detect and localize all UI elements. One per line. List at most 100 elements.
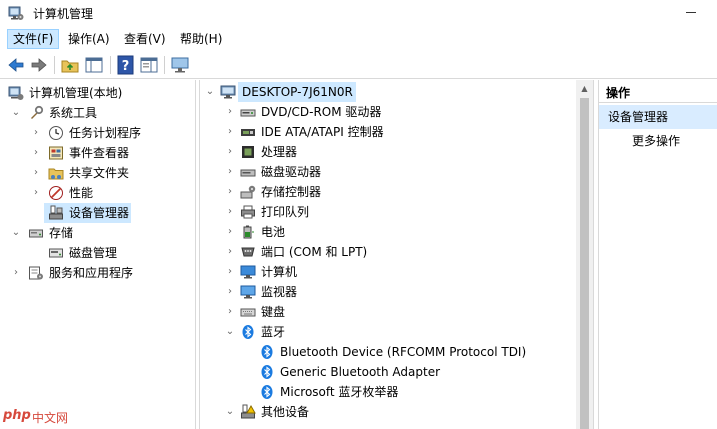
device-category-ports[interactable]: › 端口 (COM 和 LPT) — [200, 242, 578, 262]
title-bar: 计算机管理 — [0, 0, 717, 27]
vertical-scrollbar[interactable]: ▲ — [576, 80, 593, 429]
chevron-down-icon[interactable]: ⌄ — [204, 86, 216, 98]
chevron-down-icon[interactable]: ⌄ — [10, 107, 22, 119]
chevron-right-icon[interactable]: › — [224, 266, 236, 278]
device-category-other[interactable]: ⌄ 其他设备 — [200, 402, 578, 422]
svg-text:?: ? — [122, 59, 130, 74]
chevron-right-icon[interactable]: › — [224, 186, 236, 198]
chevron-down-icon[interactable]: ⌄ — [224, 326, 236, 338]
chevron-down-icon[interactable]: ⌄ — [10, 227, 22, 239]
bluetooth-device-generic-adapter[interactable]: Generic Bluetooth Adapter — [200, 362, 578, 382]
computer-management-icon — [8, 86, 24, 100]
menu-action[interactable]: 操作(A) — [62, 29, 116, 49]
toolbar-separator — [110, 56, 111, 74]
tree-disk-management[interactable]: 磁盘管理 — [0, 243, 195, 263]
chevron-right-icon[interactable]: › — [224, 306, 236, 318]
printer-icon — [241, 205, 255, 219]
disk-management-icon — [49, 248, 63, 258]
properties-icon[interactable] — [139, 55, 159, 75]
bluetooth-icon — [242, 325, 254, 339]
monitor-icon — [240, 285, 256, 299]
chevron-right-icon[interactable]: › — [30, 167, 42, 179]
chevron-right-icon[interactable]: › — [224, 126, 236, 138]
services-icon — [29, 266, 43, 280]
disk-drive-icon — [240, 169, 256, 177]
up-folder-icon[interactable] — [60, 55, 80, 75]
chevron-right-icon[interactable]: › — [224, 246, 236, 258]
help-icon[interactable]: ? — [116, 55, 136, 75]
device-category-battery[interactable]: › 电池 — [200, 222, 578, 242]
chevron-right-icon[interactable]: › — [224, 146, 236, 158]
device-category-disk[interactable]: › 磁盘驱动器 — [200, 162, 578, 182]
port-icon — [241, 247, 255, 257]
storage-icon — [29, 229, 43, 238]
more-actions-link[interactable]: 更多操作 — [632, 131, 680, 151]
computer-icon — [240, 265, 256, 279]
chevron-right-icon[interactable]: › — [224, 226, 236, 238]
back-arrow-icon[interactable] — [6, 55, 26, 75]
storage-controller-icon — [240, 185, 256, 199]
device-category-keyboard[interactable]: › 键盘 — [200, 302, 578, 322]
watermark-brand: php — [3, 408, 31, 423]
tree-device-manager[interactable]: 设备管理器 — [0, 203, 195, 223]
computer-management-icon — [8, 6, 24, 20]
chevron-down-icon[interactable]: ⌄ — [224, 406, 236, 418]
tree-task-scheduler[interactable]: › 任务计划程序 — [0, 123, 195, 143]
menu-view[interactable]: 查看(V) — [118, 29, 172, 49]
performance-icon — [49, 186, 63, 200]
forward-arrow-icon[interactable] — [29, 55, 49, 75]
window-title: 计算机管理 — [33, 7, 94, 21]
device-category-bluetooth[interactable]: ⌄ 蓝牙 — [200, 322, 578, 342]
device-root-label: DESKTOP-7J61N0R — [242, 85, 353, 99]
battery-icon — [243, 225, 254, 239]
watermark-text: 中文网 — [32, 411, 69, 425]
minimize-button[interactable] — [683, 3, 699, 19]
clock-icon — [49, 126, 63, 140]
show-hide-tree-icon[interactable] — [84, 55, 104, 75]
device-category-monitor[interactable]: › 监视器 — [200, 282, 578, 302]
tree-root[interactable]: 计算机管理(本地) — [0, 83, 195, 103]
bluetooth-icon — [261, 385, 273, 399]
chevron-right-icon[interactable]: › — [224, 166, 236, 178]
tree-performance[interactable]: › 性能 — [0, 183, 195, 203]
chevron-right-icon[interactable]: › — [224, 206, 236, 218]
tools-icon — [31, 105, 44, 119]
device-category-storage-controller[interactable]: › 存储控制器 — [200, 182, 578, 202]
bluetooth-device-rfcomm[interactable]: Bluetooth Device (RFCOMM Protocol TDI) — [200, 342, 578, 362]
chevron-right-icon[interactable]: › — [224, 286, 236, 298]
menu-bar: 文件(F) 操作(A) 查看(V) 帮助(H) — [0, 27, 717, 51]
tree-shared-folders[interactable]: › 共享文件夹 — [0, 163, 195, 183]
toolbar-separator — [54, 56, 55, 74]
processor-icon — [242, 146, 254, 158]
device-category-print-queue[interactable]: › 打印队列 — [200, 202, 578, 222]
chevron-right-icon[interactable]: › — [224, 106, 236, 118]
device-root[interactable]: ⌄ DESKTOP-7J61N0R — [200, 82, 578, 102]
keyboard-icon — [240, 308, 256, 317]
chevron-right-icon[interactable]: › — [30, 127, 42, 139]
device-category-dvd[interactable]: › DVD/CD-ROM 驱动器 — [200, 102, 578, 122]
chevron-right-icon[interactable]: › — [30, 147, 42, 159]
device-category-computer[interactable]: › 计算机 — [200, 262, 578, 282]
tree-event-viewer[interactable]: › 事件查看器 — [0, 143, 195, 163]
tree-services-apps[interactable]: › 服务和应用程序 — [0, 263, 195, 283]
chevron-right-icon[interactable]: › — [30, 187, 42, 199]
chevron-right-icon[interactable]: › — [10, 267, 22, 279]
menu-file[interactable]: 文件(F) — [7, 29, 60, 49]
monitor-icon[interactable] — [170, 55, 190, 75]
console-tree-pane: 计算机管理(本地) ⌄ 系统工具 › 任务计划程序 › 事件查看器 › 共享文件… — [0, 80, 196, 429]
bluetooth-icon — [261, 345, 273, 359]
scroll-up-arrow-icon[interactable]: ▲ — [576, 80, 593, 97]
device-category-ide[interactable]: › IDE ATA/ATAPI 控制器 — [200, 122, 578, 142]
device-tree-pane: ⌄ DESKTOP-7J61N0R › DVD/CD-ROM 驱动器 › IDE… — [199, 80, 594, 429]
scrollbar-thumb[interactable] — [580, 98, 589, 429]
tree-system-tools[interactable]: ⌄ 系统工具 — [0, 103, 195, 123]
device-category-processor[interactable]: › 处理器 — [200, 142, 578, 162]
bluetooth-device-enumerator[interactable]: Microsoft 蓝牙枚举器 — [200, 382, 578, 402]
menu-help[interactable]: 帮助(H) — [174, 29, 228, 49]
actions-section-device-manager[interactable]: 设备管理器 — [599, 105, 717, 129]
actions-header: 操作 — [599, 83, 717, 103]
ide-controller-icon — [241, 129, 255, 136]
bluetooth-icon — [261, 365, 273, 379]
toolbar-separator — [164, 56, 165, 74]
tree-storage[interactable]: ⌄ 存储 — [0, 223, 195, 243]
